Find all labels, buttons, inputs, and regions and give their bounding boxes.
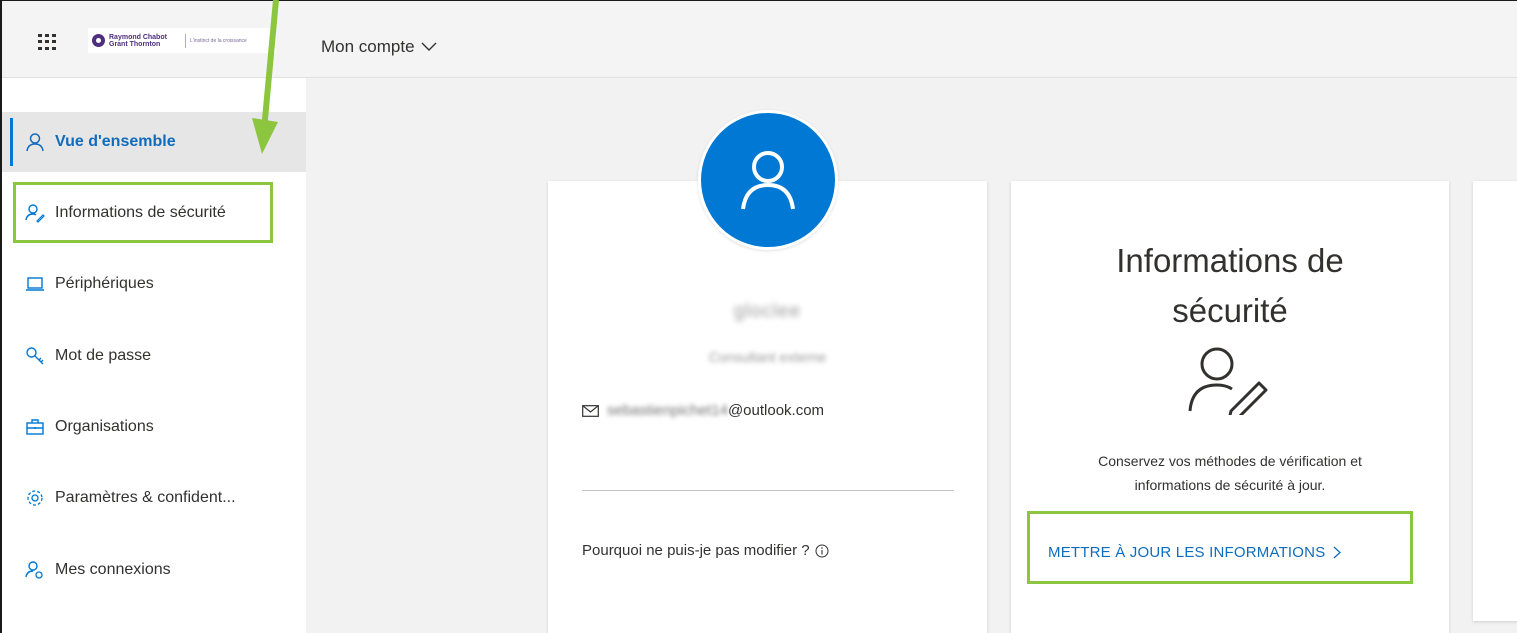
sidebar-item-devices[interactable]: Périphériques — [2, 254, 306, 314]
mail-icon — [582, 404, 599, 417]
laptop-icon — [26, 277, 44, 291]
info-icon[interactable] — [815, 544, 829, 558]
sidebar-item-label: Paramètres & confident... — [55, 489, 236, 506]
person-edit-icon — [1188, 347, 1268, 415]
highlight-security-nav — [13, 182, 273, 243]
sidebar-item-label: Mot de passe — [55, 347, 152, 364]
sidebar-item-password[interactable]: Mot de passe — [2, 326, 306, 386]
security-card-title: Informations de sécurité — [1116, 242, 1344, 329]
people-link-icon — [25, 561, 43, 579]
sidebar-item-my-sign-ins[interactable]: Mes connexions — [2, 540, 306, 600]
sidebar-item-label: Organisations — [55, 418, 154, 435]
annotation-arrow-icon — [252, 0, 279, 154]
profile-email: sebastienpichet14 @outlook.com — [582, 402, 824, 419]
sidebar-item-label: Vue d'ensemble — [55, 133, 176, 150]
email-local-part: sebastienpichet14 — [607, 402, 728, 419]
sidebar-item-settings-privacy[interactable]: Paramètres & confident... — [2, 468, 306, 528]
person-icon — [26, 133, 44, 152]
divider — [582, 490, 954, 491]
gear-icon — [27, 490, 43, 506]
email-domain: @outlook.com — [727, 402, 825, 419]
app-launcher-icon[interactable] — [38, 34, 58, 50]
why-cant-edit-link[interactable]: Pourquoi ne puis-je pas modifier ? — [582, 542, 829, 559]
sidebar: Vue d'ensemble Informations de sécurité … — [2, 78, 306, 633]
logo-mark-icon — [92, 34, 105, 47]
top-bar: Raymond Chabot Grant Thornton L'instinct… — [2, 1, 1517, 78]
partial-card: R — [1473, 181, 1517, 621]
account-menu[interactable]: Mon compte — [321, 37, 437, 57]
sidebar-item-label: Mes connexions — [55, 561, 171, 578]
why-cant-edit-label: Pourquoi ne puis-je pas modifier ? — [582, 542, 810, 559]
person-icon — [741, 151, 795, 210]
briefcase-icon — [26, 419, 44, 435]
logo-tagline: L'instinct de la croissance — [190, 37, 247, 44]
chevron-down-icon — [421, 42, 437, 51]
sidebar-item-organizations[interactable]: Organisations — [2, 397, 306, 457]
highlight-update-link — [1027, 511, 1413, 584]
logo-name: Raymond Chabot Grant Thornton — [109, 33, 167, 48]
page-title: Mon compte — [321, 37, 415, 56]
sidebar-item-label: Périphériques — [55, 275, 154, 292]
avatar — [698, 110, 838, 250]
profile-role: Consultant externe — [708, 349, 827, 365]
security-card-description: Conservez vos méthodes de vérification e… — [1098, 453, 1362, 493]
profile-name: gloclee — [733, 301, 802, 322]
key-icon — [26, 347, 44, 365]
